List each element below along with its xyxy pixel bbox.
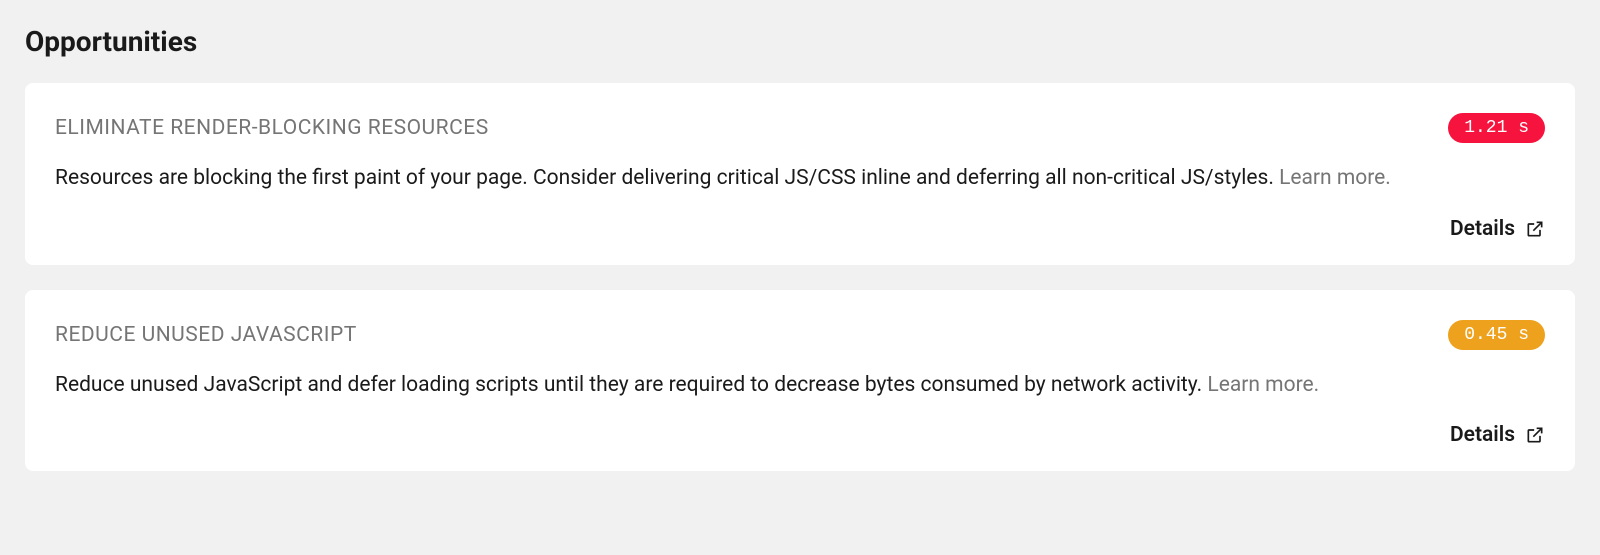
timing-badge: 1.21 s <box>1448 113 1545 143</box>
learn-more-link[interactable]: Learn more. <box>1207 373 1319 397</box>
learn-more-link[interactable]: Learn more. <box>1279 166 1391 190</box>
external-link-icon <box>1525 219 1545 239</box>
description-text: Reduce unused JavaScript and defer loadi… <box>55 373 1207 397</box>
timing-badge: 0.45 s <box>1448 320 1545 350</box>
card-header: ELIMINATE RENDER-BLOCKING RESOURCES 1.21… <box>55 113 1545 143</box>
opportunity-description: Reduce unused JavaScript and defer loadi… <box>55 368 1545 404</box>
opportunity-title: REDUCE UNUSED JAVASCRIPT <box>55 323 357 347</box>
card-footer: Details <box>55 423 1545 447</box>
opportunity-card: ELIMINATE RENDER-BLOCKING RESOURCES 1.21… <box>25 83 1575 265</box>
opportunity-card: REDUCE UNUSED JAVASCRIPT 0.45 s Reduce u… <box>25 290 1575 472</box>
external-link-icon <box>1525 425 1545 445</box>
section-title: Opportunities <box>25 25 1575 58</box>
details-label: Details <box>1450 423 1515 447</box>
card-header: REDUCE UNUSED JAVASCRIPT 0.45 s <box>55 320 1545 350</box>
opportunity-description: Resources are blocking the first paint o… <box>55 161 1545 197</box>
details-button[interactable]: Details <box>1450 217 1545 241</box>
description-text: Resources are blocking the first paint o… <box>55 166 1279 190</box>
card-footer: Details <box>55 217 1545 241</box>
opportunity-title: ELIMINATE RENDER-BLOCKING RESOURCES <box>55 116 489 140</box>
details-label: Details <box>1450 217 1515 241</box>
details-button[interactable]: Details <box>1450 423 1545 447</box>
